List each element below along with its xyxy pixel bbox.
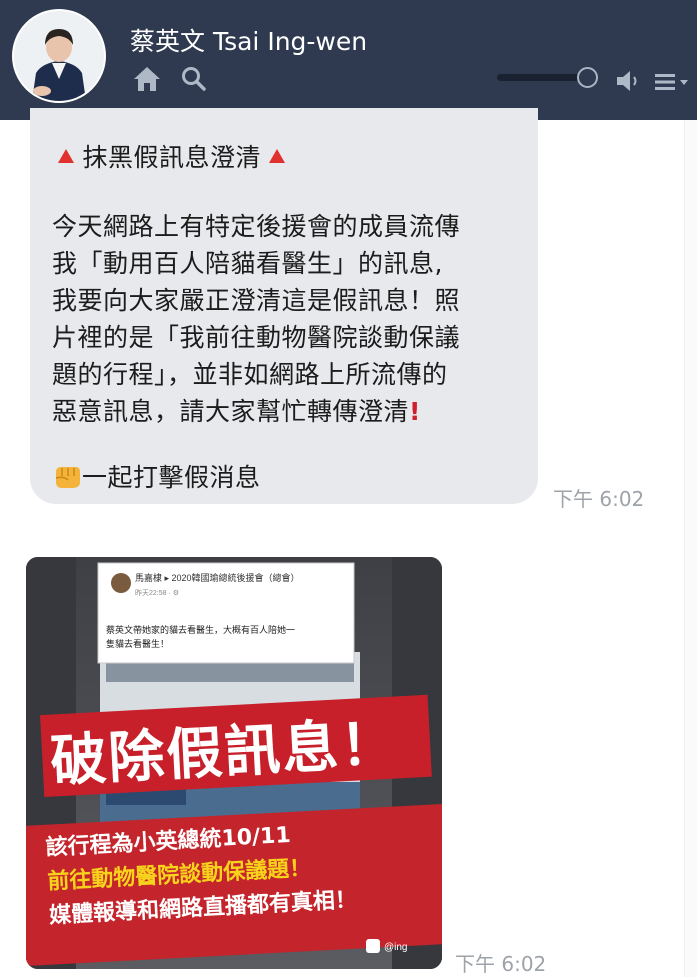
message-line: 惡意訊息，請大家幫忙轉傳澄清! — [52, 392, 421, 428]
news-graphic: 馬嘉棣 ▸ 2020韓國瑜總統後援會（總會） 昨天22:58 · ⚙ 蔡英文帶她… — [26, 557, 442, 969]
post-author: 馬嘉棣 ▸ 2020韓國瑜總統後援會（總會） — [135, 572, 300, 583]
message-line: 我要向大家嚴正澄清這是假訊息！照 — [52, 286, 461, 315]
message-timestamp: 下午 6:02 — [455, 952, 547, 976]
search-icon[interactable] — [181, 66, 207, 92]
heading-text: 抹黑假訊息澄清 — [82, 143, 261, 172]
home-icon[interactable] — [133, 66, 161, 92]
message-line: 我「動用百人陪貓看醫生」的訊息, — [52, 249, 443, 278]
menu-icon[interactable] — [655, 72, 691, 92]
volume-slider-track[interactable] — [497, 74, 587, 81]
scrollbar[interactable] — [684, 120, 697, 977]
portrait-image — [14, 11, 104, 101]
message-line: 一起打擊假消息 — [52, 458, 261, 494]
page-title: 蔡英文 Tsai Ing-wen — [130, 27, 368, 56]
red-exclamation-icon: ! — [409, 397, 421, 426]
image-message[interactable]: 馬嘉棣 ▸ 2020韓國瑜總統後援會（總會） 昨天22:58 · ⚙ 蔡英文帶她… — [26, 557, 442, 969]
message-line-text: 一起打擊假消息 — [82, 463, 261, 492]
message-line-text: 惡意訊息，請大家幫忙轉傳澄清 — [52, 397, 410, 426]
chat-header: 蔡英文 Tsai Ing-wen — [0, 0, 697, 120]
watermark: @ing — [384, 942, 408, 953]
message-heading: 抹黑假訊息澄清 — [58, 138, 286, 174]
post-text: 蔡英文帶她家的貓去看醫生，大概有百人陪她一 — [106, 624, 295, 635]
post-meta: 昨天22:58 · ⚙ — [135, 588, 179, 597]
message-line: 題的行程」，並非如網路上所流傳的 — [52, 360, 448, 389]
red-triangle-icon — [58, 149, 74, 163]
red-triangle-icon — [269, 149, 286, 163]
message-timestamp: 下午 6:02 — [553, 487, 645, 511]
volume-slider-handle[interactable] — [577, 67, 598, 88]
message-line: 片裡的是「我前往動物醫院談動保議 — [52, 323, 461, 352]
fist-emoji-icon — [55, 467, 80, 488]
message-line: 今天網路上有特定後援會的成員流傳 — [52, 212, 461, 241]
avatar[interactable] — [12, 9, 106, 103]
line-logo-icon — [366, 939, 380, 953]
post-text: 隻貓去看醫生！ — [106, 638, 169, 649]
volume-icon[interactable] — [615, 69, 641, 93]
